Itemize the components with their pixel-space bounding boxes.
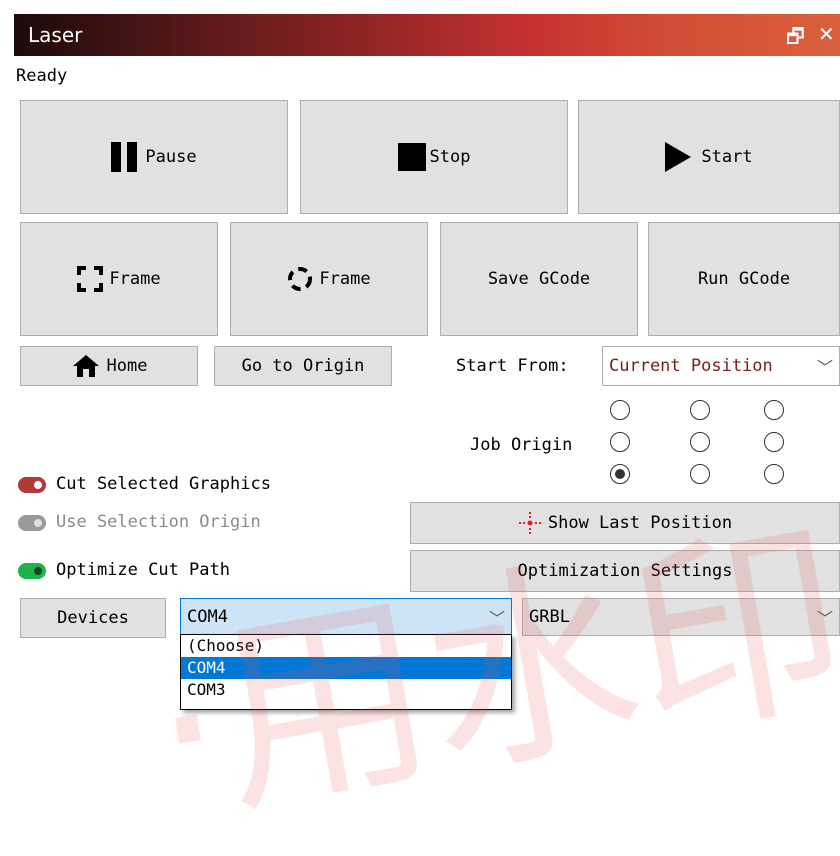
start-button[interactable]: Start (578, 100, 840, 214)
job-origin-radio-2-1[interactable] (610, 432, 630, 452)
chevron-down-icon: ﹀ (816, 609, 833, 628)
job-origin-radio-1-2[interactable] (690, 400, 710, 420)
use-selection-origin-label: Use Selection Origin (56, 512, 261, 532)
job-origin-radio-2-3[interactable] (764, 432, 784, 452)
play-icon (665, 142, 692, 172)
start-from-label: Start From: (456, 356, 569, 376)
pause-icon (111, 142, 138, 172)
port-option-com4[interactable]: COM4 (181, 657, 511, 679)
optimize-cut-path-toggle[interactable] (18, 563, 46, 579)
go-to-origin-button[interactable]: Go to Origin (214, 346, 392, 386)
home-icon (72, 355, 99, 377)
port-option-choose[interactable]: (Choose) (181, 635, 511, 657)
job-origin-radio-2-2[interactable] (690, 432, 710, 452)
frame-circle-icon (288, 267, 313, 291)
show-last-position-button[interactable]: Show Last Position (410, 502, 840, 544)
frame-circle-button[interactable]: Frame (230, 222, 428, 336)
cut-selected-toggle[interactable] (18, 477, 46, 493)
use-selection-origin-toggle[interactable] (18, 515, 46, 531)
close-icon[interactable]: ✕ (818, 22, 835, 46)
port-select[interactable]: COM4 ﹀ (180, 598, 512, 636)
port-option-com3[interactable]: COM3 (181, 679, 511, 701)
job-origin-radio-3-3[interactable] (764, 464, 784, 484)
chevron-down-icon: ﹀ (816, 358, 833, 377)
job-origin-radio-1-1[interactable] (610, 400, 630, 420)
optimization-settings-button[interactable]: Optimization Settings (410, 550, 840, 592)
title-bar: Laser 🗗 ✕ (14, 14, 840, 56)
frame-rect-icon (77, 266, 104, 292)
pause-button[interactable]: Pause (20, 100, 288, 214)
crosshair-icon (518, 512, 541, 534)
home-button[interactable]: Home (20, 346, 198, 386)
chevron-down-icon: ﹀ (488, 609, 505, 628)
frame-rect-button[interactable]: Frame (20, 222, 218, 336)
cut-selected-label: Cut Selected Graphics (56, 474, 271, 494)
job-origin-radio-1-3[interactable] (764, 400, 784, 420)
stop-icon (397, 143, 426, 171)
job-origin-radio-3-1[interactable] (610, 464, 630, 484)
run-gcode-button[interactable]: Run GCode (648, 222, 840, 336)
status-text: Ready (16, 66, 68, 86)
optimize-cut-path-label: Optimize Cut Path (56, 560, 230, 580)
controller-select[interactable]: GRBL ﹀ (522, 598, 840, 636)
window-title: Laser (28, 23, 83, 47)
start-from-select[interactable]: Current Position ﹀ (602, 346, 840, 386)
stop-button[interactable]: Stop (300, 100, 568, 214)
laser-panel: Laser 🗗 ✕ Ready Pause Stop Start Frame F… (0, 0, 840, 856)
save-gcode-button[interactable]: Save GCode (440, 222, 638, 336)
restore-icon[interactable]: 🗗 (786, 22, 805, 56)
devices-button[interactable]: Devices (20, 598, 166, 638)
job-origin-label: Job Origin (470, 435, 573, 455)
port-dropdown-list: (Choose) COM4 COM3 (180, 634, 512, 710)
job-origin-radio-3-2[interactable] (690, 464, 710, 484)
